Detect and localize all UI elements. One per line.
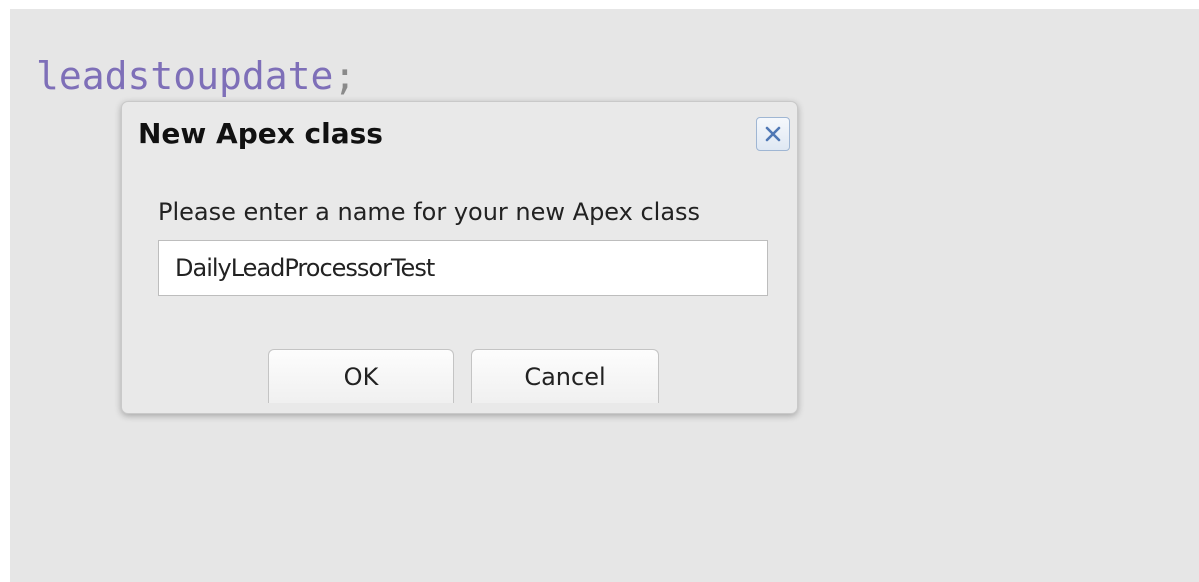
class-name-input[interactable]	[158, 240, 768, 296]
close-button[interactable]	[756, 117, 790, 151]
code-identifier: leadstoupdate	[36, 54, 334, 98]
code-punctuation: ;	[333, 54, 357, 98]
code-line[interactable]: leadstoupdate;	[36, 52, 356, 100]
new-apex-class-dialog: New Apex class Please enter a name for y…	[121, 101, 798, 414]
cancel-button[interactable]: Cancel	[471, 349, 659, 403]
dialog-title: New Apex class	[138, 117, 383, 150]
close-x-icon	[765, 126, 781, 142]
class-name-prompt-label: Please enter a name for your new Apex cl…	[158, 198, 701, 226]
ok-button[interactable]: OK	[268, 349, 454, 403]
